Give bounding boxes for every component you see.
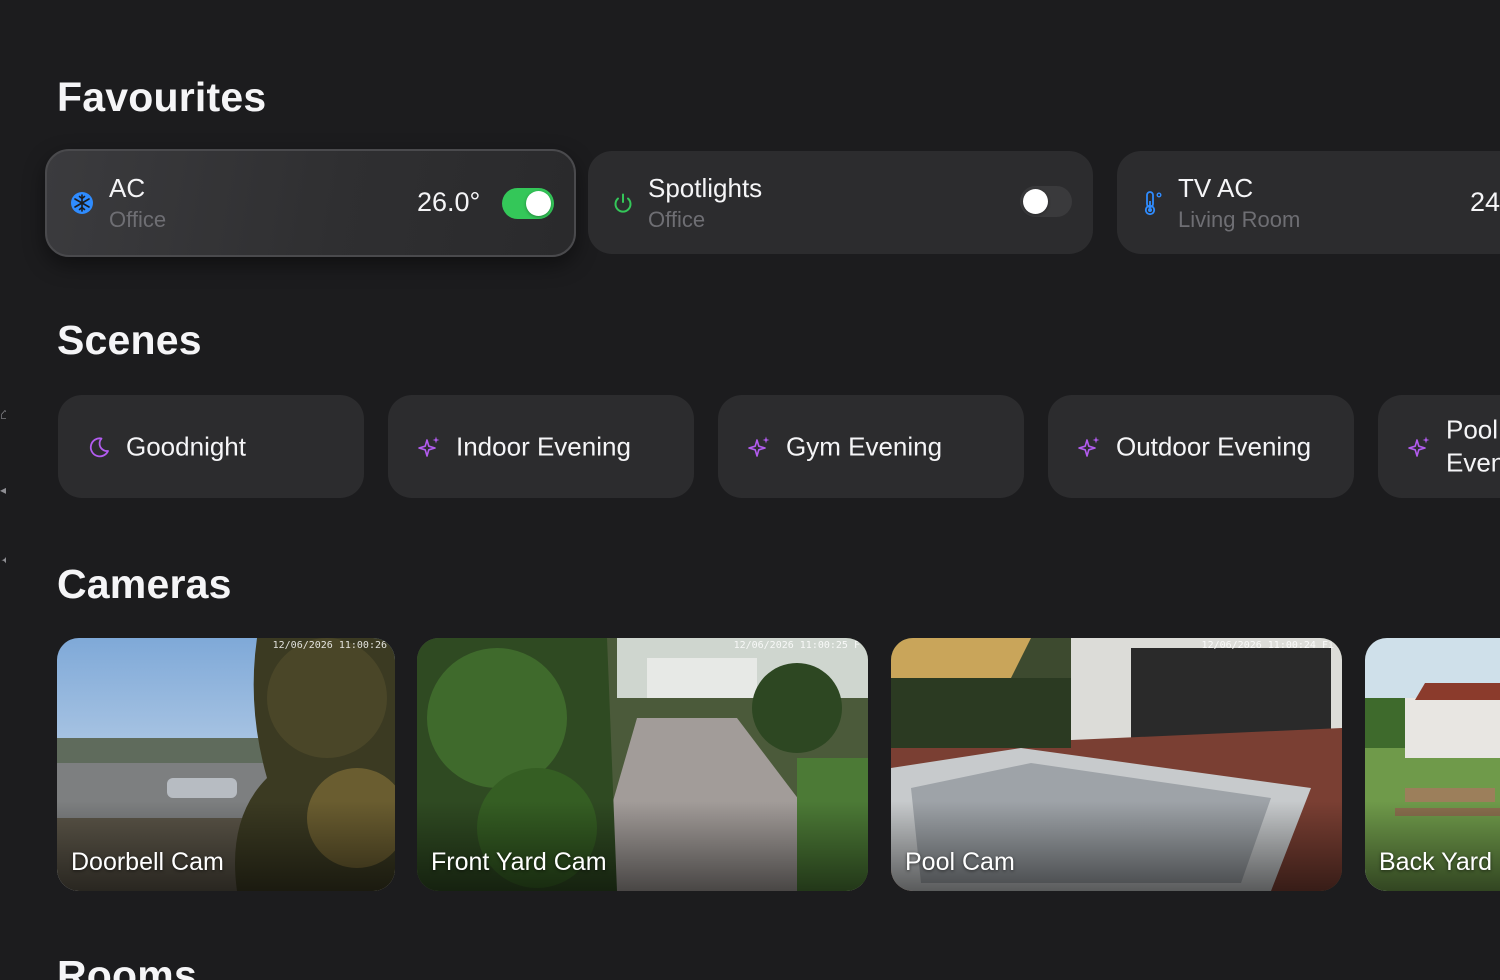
ac-power-toggle[interactable] xyxy=(502,188,554,219)
label-shade xyxy=(891,801,1342,891)
label-shade xyxy=(57,801,395,891)
scenes-heading: Scenes xyxy=(57,317,202,363)
scene-label: Gym Evening xyxy=(786,430,943,461)
scene-goodnight[interactable]: Goodnight xyxy=(58,395,364,498)
favourite-room: Office xyxy=(648,207,706,232)
toggle-knob xyxy=(1023,189,1048,214)
sidebar-edge-icon[interactable]: ⌂ xyxy=(0,406,6,424)
snowflake-icon xyxy=(69,190,95,216)
camera-tile-doorbell[interactable]: 12/06/2026 11:00:26 Doorbell Cam xyxy=(57,638,395,891)
label-shade xyxy=(1365,801,1500,891)
camera-timestamp: 12/06/2026 11:00:26 xyxy=(272,640,387,651)
moon-icon xyxy=(86,434,112,460)
cameras-heading: Cameras xyxy=(57,561,232,607)
sidebar-edge-icon[interactable]: ◀ xyxy=(0,480,6,500)
sparkles-icon xyxy=(1076,434,1102,460)
camera-timestamp: 12/06/2026 11:00:25 F xyxy=(733,640,860,651)
label-shade xyxy=(417,801,868,891)
sparkles-icon xyxy=(416,434,442,460)
scene-label: Outdoor Evening xyxy=(1116,430,1312,461)
home-dashboard: ⌂ ◀ ✦ Favourites AC Office 26.0° xyxy=(0,0,1500,980)
sparkles-icon xyxy=(1406,434,1432,460)
power-icon xyxy=(610,190,636,216)
camera-label: Back Yard xyxy=(1379,848,1493,876)
temperature-value: 24 xyxy=(1470,187,1500,217)
favourite-room: Office xyxy=(109,207,167,232)
favourite-tile-spotlights[interactable]: Spotlights Office xyxy=(588,151,1093,254)
thermometer-icon xyxy=(1139,190,1165,216)
favourite-name: Spotlights xyxy=(648,173,763,203)
rooms-heading: Rooms xyxy=(57,952,197,980)
favourite-tile-tv-ac[interactable]: TV AC Living Room 24 xyxy=(1117,151,1500,254)
scene-gym-evening[interactable]: Gym Evening xyxy=(718,395,1024,498)
scene-label: Indoor Evening xyxy=(456,430,631,461)
camera-tile-pool[interactable]: 12/06/2026 11:00:24 Fi Pool Cam xyxy=(891,638,1342,891)
camera-label: Doorbell Cam xyxy=(71,848,224,876)
sidebar-edge-icon[interactable]: ✦ xyxy=(0,551,6,571)
camera-tile-back-yard[interactable]: Back Yard xyxy=(1365,638,1500,891)
spotlights-power-toggle[interactable] xyxy=(1020,186,1072,217)
sparkles-icon xyxy=(746,434,772,460)
camera-label: Pool Cam xyxy=(905,848,1015,876)
temperature-value: 26.0° xyxy=(417,187,481,217)
favourites-heading: Favourites xyxy=(57,74,267,120)
camera-tile-front-yard[interactable]: 12/06/2026 11:00:25 F Front Yard Cam xyxy=(417,638,868,891)
toggle-knob xyxy=(526,191,551,216)
scene-label: Pool Even xyxy=(1446,414,1500,478)
favourite-tile-ac[interactable]: AC Office 26.0° xyxy=(45,149,576,257)
favourite-name: AC xyxy=(109,173,146,203)
scene-label: Goodnight xyxy=(126,430,246,461)
scene-outdoor-evening[interactable]: Outdoor Evening xyxy=(1048,395,1354,498)
favourite-room: Living Room xyxy=(1178,207,1301,232)
scene-pool-evening[interactable]: Pool Even xyxy=(1378,395,1500,498)
camera-label: Front Yard Cam xyxy=(431,848,607,876)
scene-indoor-evening[interactable]: Indoor Evening xyxy=(388,395,694,498)
camera-timestamp: 12/06/2026 11:00:24 Fi xyxy=(1201,640,1334,651)
favourite-name: TV AC xyxy=(1178,173,1254,203)
